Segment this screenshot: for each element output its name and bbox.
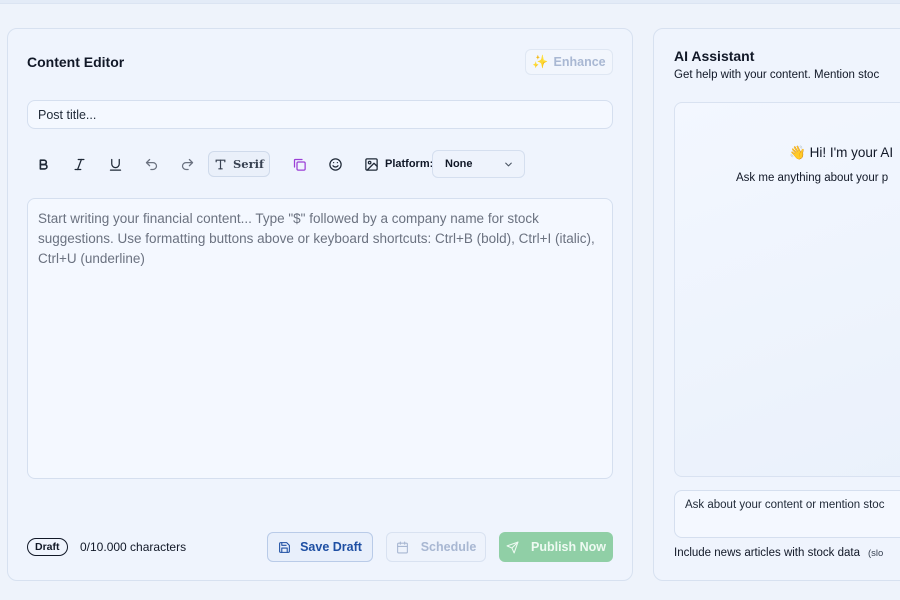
font-label: Serif — [233, 157, 264, 171]
font-serif-button[interactable]: Serif — [208, 151, 270, 177]
save-draft-button[interactable]: Save Draft — [267, 532, 373, 562]
chevron-down-icon — [505, 162, 512, 166]
formatting-toolbar: Serif Platform: None — [27, 149, 617, 179]
character-count: 0/10.000 characters — [80, 540, 187, 554]
sparkle-icon: ✨ — [532, 54, 549, 69]
news-toggle-label: Include news articles with stock data — [674, 547, 861, 559]
underline-button[interactable] — [102, 151, 128, 177]
save-icon — [279, 541, 290, 553]
image-icon — [364, 157, 378, 171]
assistant-title: AI Assistant — [674, 48, 755, 64]
content-editor-panel: Content Editor ✨ Enhance Serif — [7, 28, 633, 581]
copy-button[interactable] — [286, 151, 312, 177]
schedule-button[interactable]: Schedule — [386, 532, 486, 562]
platform-select[interactable]: None — [432, 150, 525, 178]
post-title-input[interactable] — [27, 100, 613, 129]
bold-button[interactable] — [30, 151, 56, 177]
waving-hand-icon: 👋 — [789, 145, 806, 160]
content-textarea[interactable] — [27, 198, 613, 479]
undo-icon — [145, 158, 157, 170]
redo-button[interactable] — [174, 151, 200, 177]
greeting-subtext: Ask me anything about your p — [736, 172, 889, 184]
news-toggle-row[interactable]: Include news articles with stock data (s… — [674, 547, 883, 559]
greeting-text: Hi! I'm your AI — [809, 145, 894, 160]
ai-assistant-panel: AI Assistant Get help with your content.… — [653, 28, 900, 581]
platform-label: Platform: — [385, 158, 434, 170]
chat-input[interactable] — [674, 490, 900, 538]
italic-icon — [74, 158, 84, 170]
bold-icon — [39, 158, 48, 170]
chat-messages-area: 👋 Hi! I'm your AI Ask me anything about … — [674, 102, 900, 477]
undo-button[interactable] — [138, 151, 164, 177]
copy-icon — [293, 158, 306, 171]
calendar-icon — [396, 541, 408, 553]
editor-title: Content Editor — [27, 54, 125, 70]
greeting-message: 👋 Hi! I'm your AI — [789, 145, 893, 161]
editor-footer: Draft 0/10.000 characters Save Draft Sch… — [27, 532, 617, 562]
underline-icon — [109, 158, 121, 171]
assistant-subtitle: Get help with your content. Mention stoc — [674, 69, 880, 81]
enhance-button[interactable]: ✨ Enhance — [525, 49, 613, 75]
save-draft-label: Save Draft — [300, 540, 362, 554]
status-badge: Draft — [27, 538, 68, 556]
enhance-label: Enhance — [553, 55, 606, 69]
italic-button[interactable] — [66, 151, 92, 177]
text-icon — [215, 159, 226, 169]
schedule-label: Schedule — [420, 540, 477, 554]
top-strip — [0, 0, 900, 4]
news-toggle-note: (slo — [868, 547, 884, 559]
publish-label: Publish Now — [531, 540, 606, 554]
platform-value: None — [445, 158, 473, 170]
emoji-icon — [328, 157, 342, 171]
image-button[interactable] — [358, 151, 384, 177]
redo-icon — [181, 158, 193, 170]
send-icon — [506, 541, 519, 553]
publish-now-button[interactable]: Publish Now — [499, 532, 613, 562]
emoji-button[interactable] — [322, 151, 348, 177]
